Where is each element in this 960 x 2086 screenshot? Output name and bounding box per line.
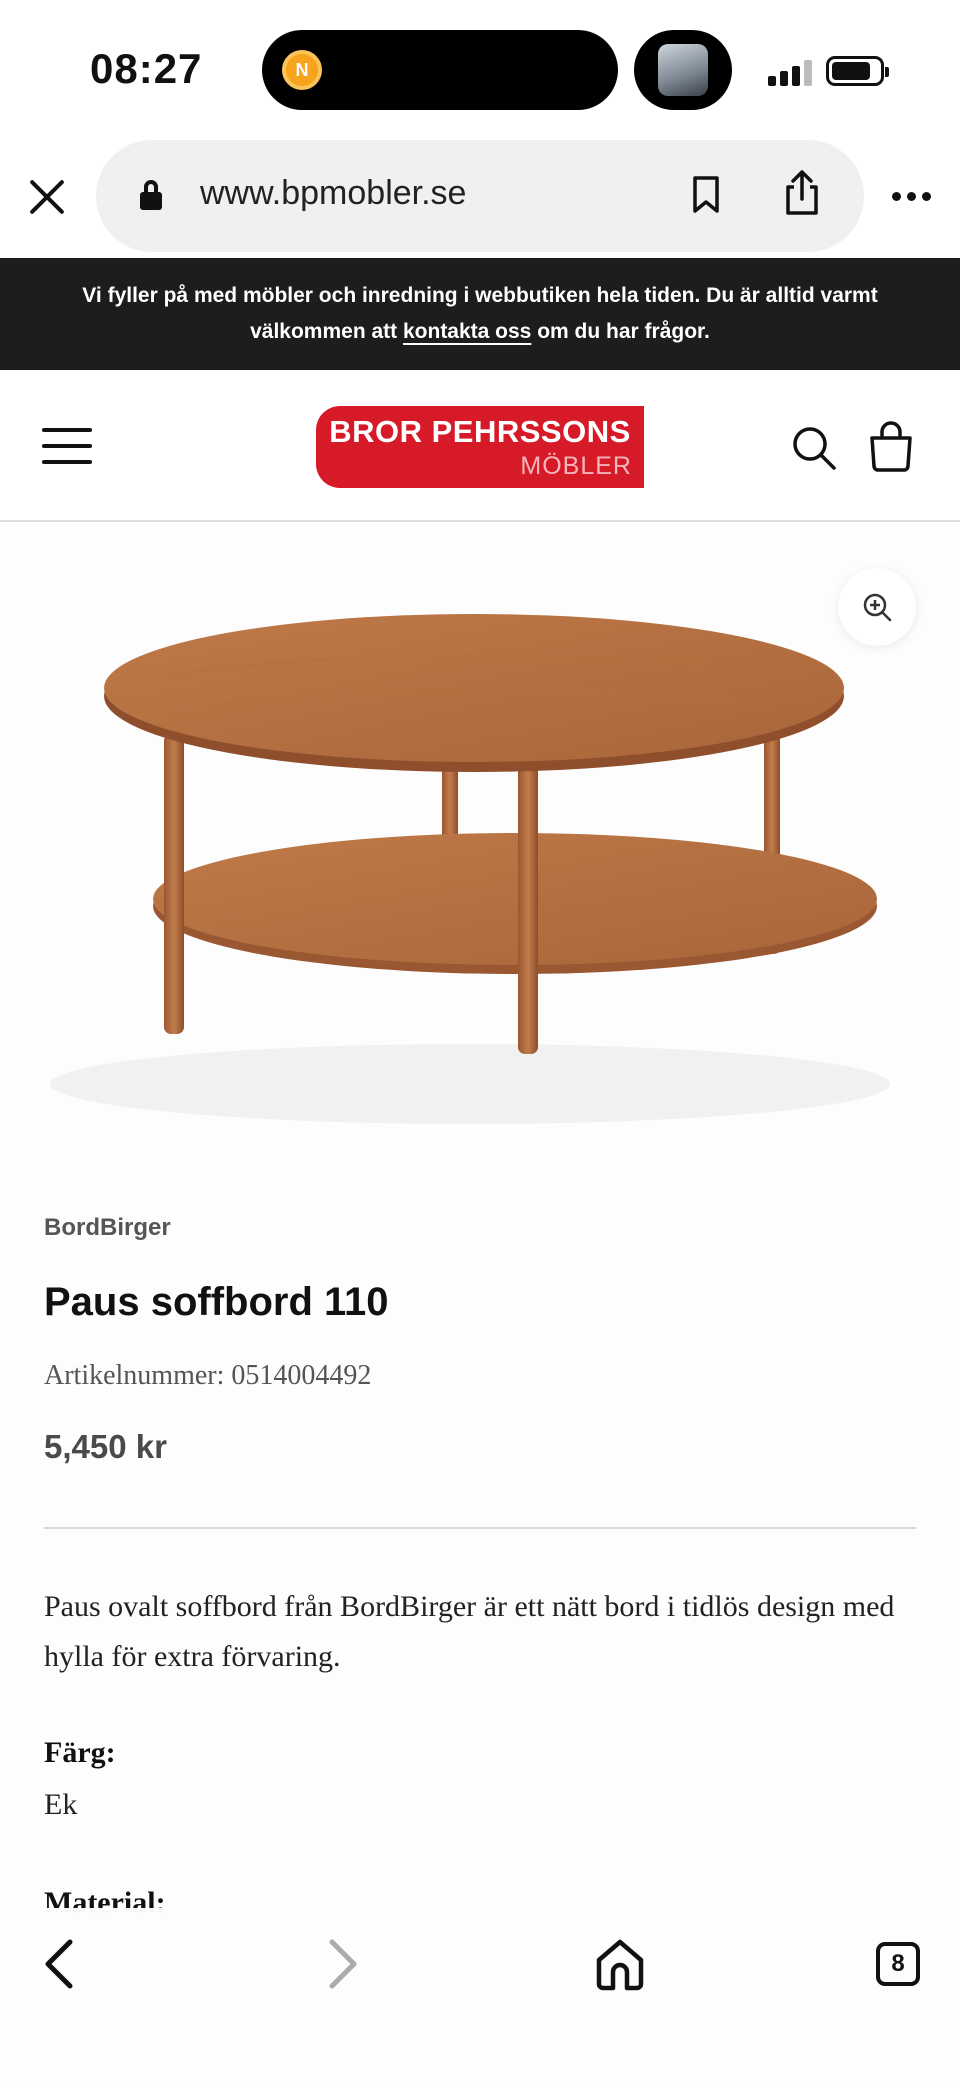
back-icon[interactable] [40, 1936, 80, 1992]
site-logo[interactable]: BROR PEHRSSONS MÖBLER [316, 406, 644, 488]
lock-icon [140, 180, 162, 210]
tabs-button[interactable]: 8 [876, 1942, 920, 1986]
zoom-button[interactable] [838, 568, 916, 646]
cart-bag-icon[interactable] [868, 420, 914, 472]
island-app-icon: N [282, 50, 322, 90]
bookmark-icon[interactable] [692, 176, 720, 214]
browser-bar: www.bpmobler.se [0, 140, 960, 258]
product-title: Paus soffbord 110 [44, 1280, 389, 1324]
more-options-icon[interactable] [892, 192, 932, 202]
status-bar: 08:27 N [0, 0, 960, 140]
coffee-table-illustration [50, 614, 890, 1124]
divider [44, 1527, 916, 1529]
article-number: Artikelnummer: 0514004492 [44, 1360, 372, 1391]
zoom-in-icon [863, 593, 892, 622]
spec-label-color: Färg: [44, 1736, 116, 1769]
announcement-banner: Vi fyller på med möbler och inredning i … [0, 258, 960, 370]
product-price: 5,450 kr [44, 1428, 167, 1465]
product-brand[interactable]: BordBirger [44, 1214, 171, 1242]
menu-icon[interactable] [42, 428, 92, 464]
close-icon[interactable] [26, 176, 68, 218]
spec-value-color: Ek [44, 1788, 78, 1821]
forward-icon[interactable] [322, 1936, 362, 1992]
home-icon[interactable] [594, 1936, 646, 1992]
address-bar[interactable]: www.bpmobler.se [96, 140, 864, 252]
contact-us-link[interactable]: kontakta oss [403, 320, 531, 343]
announcement-line1: Vi fyller på med möbler och inredning i … [82, 284, 878, 307]
activity-avatar-icon [658, 44, 708, 96]
url-text[interactable]: www.bpmobler.se [200, 174, 466, 213]
cellular-signal-icon [768, 60, 818, 86]
browser-toolbar: 8 [0, 1908, 960, 2086]
product-image[interactable] [0, 524, 960, 1144]
share-icon[interactable] [784, 170, 820, 216]
status-time: 08:27 [90, 45, 203, 92]
dynamic-island-activity [634, 30, 732, 110]
product-description: Paus ovalt soffbord från BordBirger är e… [44, 1590, 895, 1673]
announcement-line2: välkommen att kontakta oss om du har frå… [250, 320, 710, 343]
search-icon[interactable] [790, 424, 838, 472]
battery-icon [826, 56, 889, 86]
site-header: BROR PEHRSSONS MÖBLER [0, 370, 960, 522]
dynamic-island: N [262, 30, 618, 110]
